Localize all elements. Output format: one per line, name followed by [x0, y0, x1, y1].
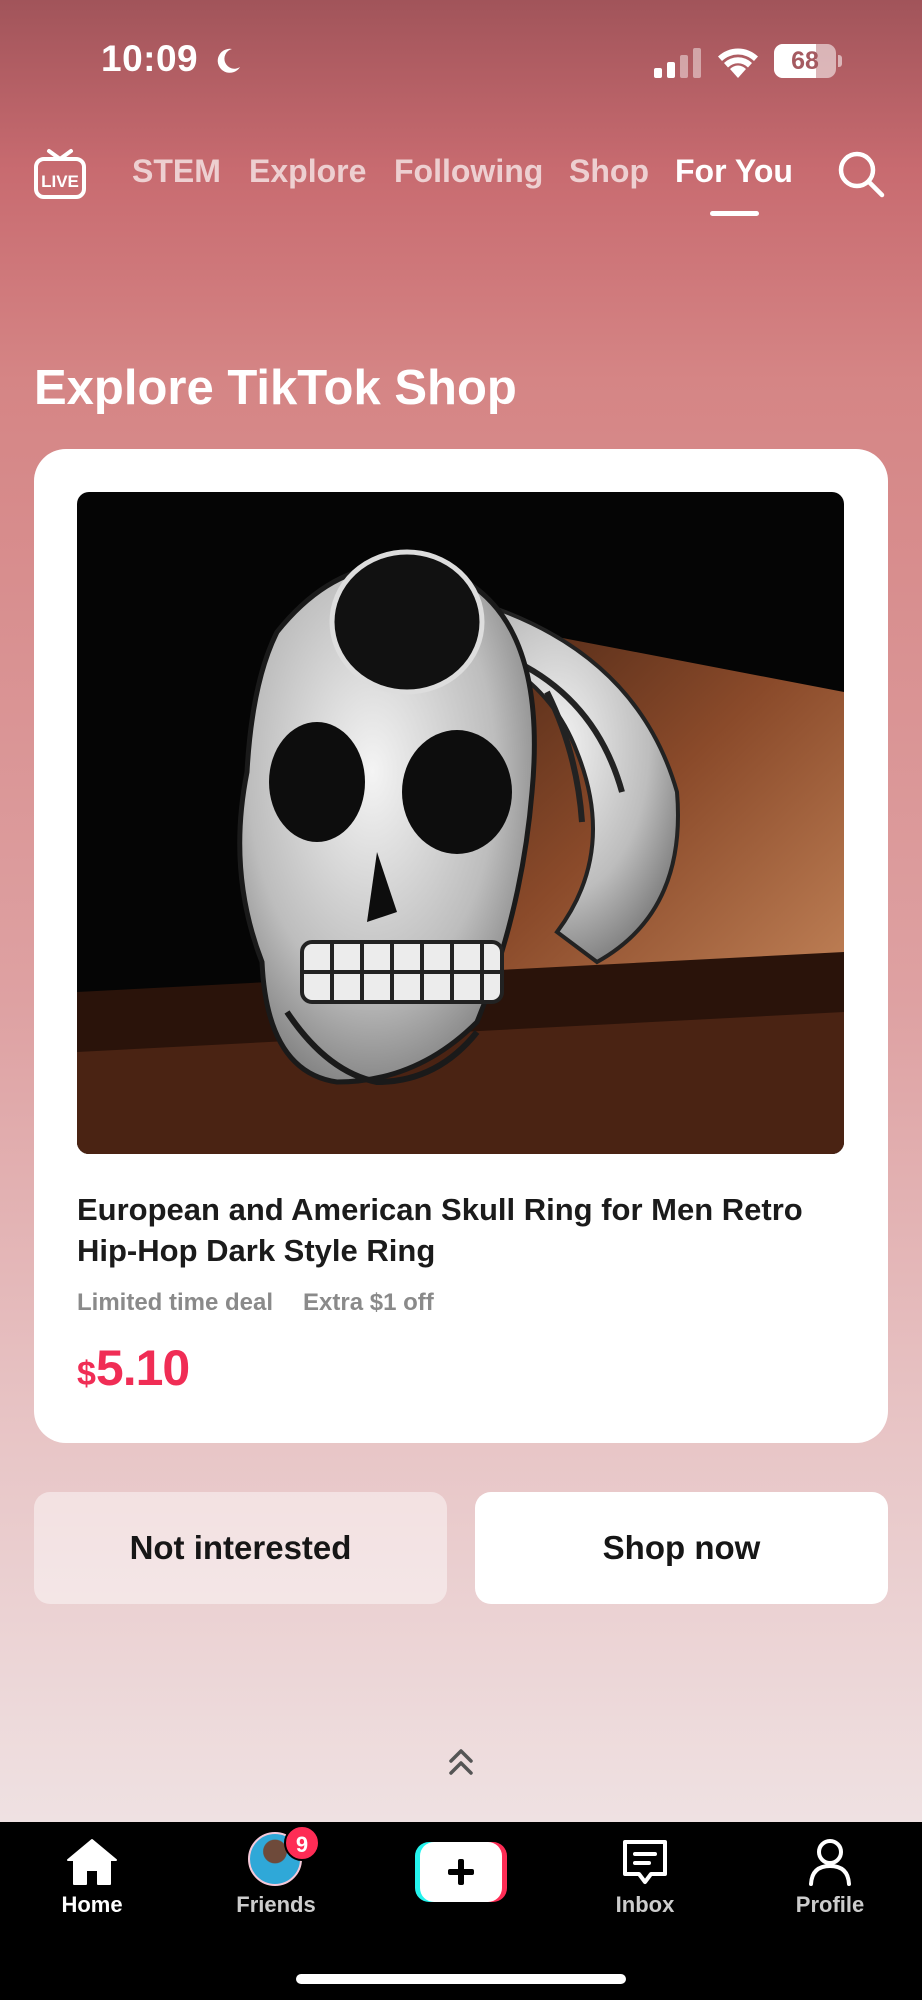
- tab-friends[interactable]: 9 Friends: [184, 1822, 368, 1942]
- swipe-up-icon[interactable]: [446, 1745, 476, 1779]
- tab-stem[interactable]: STEM: [132, 153, 221, 190]
- home-icon: [67, 1839, 117, 1885]
- tab-explore[interactable]: Explore: [249, 153, 366, 190]
- tab-profile[interactable]: Profile: [738, 1822, 922, 1942]
- battery-indicator: 68: [774, 44, 842, 78]
- price-value: 5.10: [95, 1340, 190, 1396]
- inbox-icon: [623, 1840, 667, 1884]
- profile-icon: [809, 1839, 851, 1886]
- section-title: Explore TikTok Shop: [34, 361, 517, 415]
- bottom-tab-bar: Home 9 Friends Inbox Profile: [0, 1822, 922, 2000]
- tab-friends-label: Friends: [236, 1892, 316, 1917]
- wifi-icon: [718, 48, 758, 78]
- shop-now-button[interactable]: Shop now: [475, 1492, 888, 1604]
- cellular-signal-icon: [654, 48, 701, 78]
- product-price: $5.10: [77, 1339, 190, 1397]
- tab-home-label: Home: [61, 1892, 123, 1917]
- live-icon[interactable]: LIVE: [33, 147, 87, 201]
- home-indicator: [296, 1974, 626, 1984]
- svg-text:LIVE: LIVE: [41, 172, 79, 191]
- product-title[interactable]: European and American Skull Ring for Men…: [77, 1189, 857, 1271]
- status-time: 10:09: [101, 38, 199, 79]
- deal-tag-extra-off: Extra $1 off: [303, 1289, 434, 1316]
- moon-icon: [217, 48, 240, 73]
- create-plus-icon[interactable]: [415, 1842, 507, 1902]
- friends-badge: 9: [284, 1825, 320, 1861]
- price-currency: $: [77, 1355, 96, 1393]
- deal-tags: Limited time deal Extra $1 off: [77, 1289, 434, 1317]
- active-tab-indicator: [710, 211, 759, 216]
- status-bar: 10:09 68: [0, 0, 922, 120]
- tab-profile-label: Profile: [795, 1892, 865, 1917]
- tab-following[interactable]: Following: [394, 153, 543, 190]
- product-card[interactable]: European and American Skull Ring for Men…: [34, 449, 888, 1443]
- not-interested-button[interactable]: Not interested: [34, 1492, 447, 1604]
- tab-home[interactable]: Home: [0, 1822, 184, 1942]
- tab-for-you[interactable]: For You: [675, 153, 793, 190]
- tab-shop[interactable]: Shop: [569, 153, 649, 190]
- battery-percent: 68: [791, 47, 819, 75]
- tab-inbox-label: Inbox: [615, 1892, 675, 1917]
- top-nav: LIVE STEM Explore Following Shop For You: [0, 135, 922, 225]
- deal-tag-limited: Limited time deal: [77, 1289, 274, 1316]
- tab-inbox[interactable]: Inbox: [553, 1822, 737, 1942]
- product-image[interactable]: [77, 492, 844, 1154]
- search-icon[interactable]: [836, 149, 886, 199]
